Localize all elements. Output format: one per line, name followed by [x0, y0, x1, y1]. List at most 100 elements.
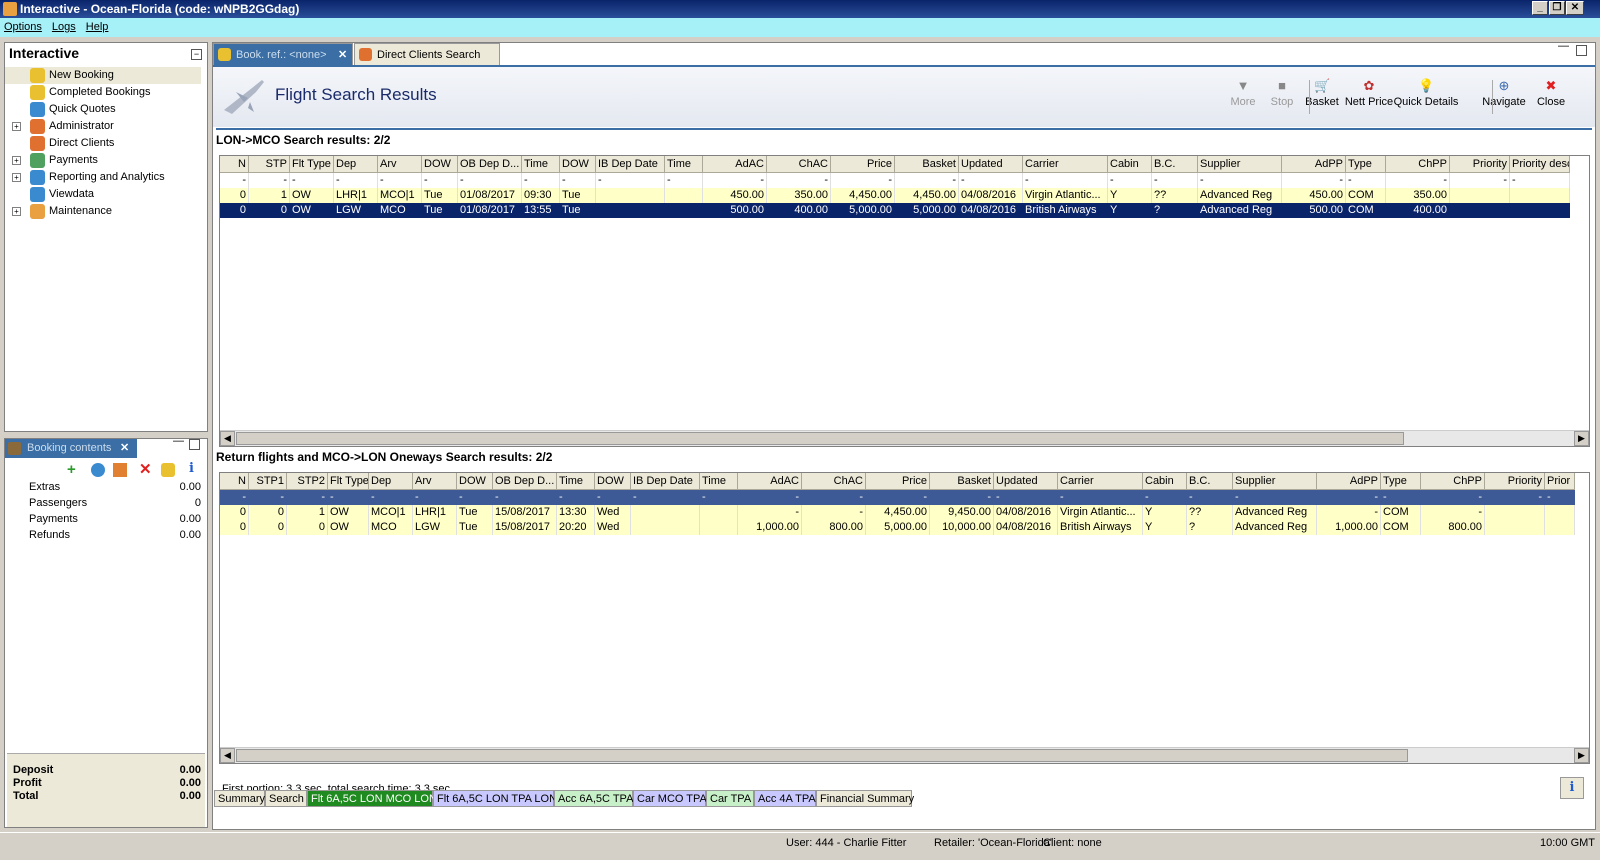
toolbar-button-stop[interactable]: ■ Stop [1264, 78, 1300, 109]
column-header[interactable]: Type [1346, 156, 1386, 173]
scrollbar-thumb[interactable] [236, 432, 1404, 445]
column-header[interactable]: Price [866, 473, 930, 490]
tree-item[interactable]: Quick Quotes [5, 101, 201, 118]
filter-row[interactable]: ------------------------- [220, 173, 1570, 188]
toolbar-button-basket[interactable]: 🛒 Basket [1302, 78, 1342, 109]
expand-icon[interactable]: + [12, 207, 21, 216]
column-header[interactable]: Cabin [1143, 473, 1187, 490]
column-header[interactable]: DOW [560, 156, 596, 173]
info-button[interactable]: i [1560, 777, 1584, 799]
column-header[interactable]: DOW [422, 156, 458, 173]
column-header[interactable]: DOW [595, 473, 631, 490]
bottom-tab[interactable]: Flt 6A,5C LON TPA LON [433, 790, 557, 807]
column-header[interactable]: Time [700, 473, 738, 490]
toolbar-button-close[interactable]: ✖ Close [1532, 78, 1570, 109]
menu-help[interactable]: Help [82, 21, 113, 33]
column-header[interactable]: Cabin [1108, 156, 1152, 173]
restore-button[interactable]: ❐ [1549, 1, 1565, 15]
column-header[interactable]: Flt Type [290, 156, 334, 173]
column-header[interactable]: AdPP [1282, 156, 1346, 173]
scrollbar-thumb[interactable] [236, 749, 1408, 762]
column-header[interactable]: IB Dep Date [596, 156, 665, 173]
column-header[interactable]: N [220, 473, 249, 490]
bottom-tab[interactable]: Search [265, 790, 307, 807]
column-header[interactable]: STP1 [249, 473, 287, 490]
column-header[interactable]: Flt Type [328, 473, 369, 490]
column-header[interactable]: Dep [334, 156, 378, 173]
close-tab-icon[interactable]: ✕ [120, 441, 129, 454]
minimize-panel-icon[interactable]: — [1558, 40, 1569, 52]
close-window-button[interactable]: ✕ [1566, 1, 1584, 15]
column-header[interactable]: ChAC [767, 156, 831, 173]
header-row[interactable]: N STP Flt Type Dep Arv DOW OB Dep D... Time DOW I… [220, 156, 1570, 173]
column-header[interactable]: Updated [959, 156, 1023, 173]
column-header[interactable]: OB Dep D... [458, 156, 522, 173]
tab-direct-clients-search[interactable]: Direct Clients Search [354, 43, 500, 65]
column-header[interactable]: Priority [1450, 156, 1510, 173]
column-header[interactable]: Carrier [1058, 473, 1143, 490]
delete-icon[interactable]: ✕ [139, 460, 152, 478]
column-header[interactable]: Carrier [1023, 156, 1108, 173]
column-header[interactable]: ChPP [1386, 156, 1450, 173]
add-icon[interactable]: + [67, 461, 76, 478]
bottom-tab[interactable]: Acc 6A,5C TPA [554, 790, 633, 807]
column-header[interactable]: Priority desc [1510, 156, 1570, 173]
tree-item[interactable]: + Maintenance [5, 203, 201, 220]
clock-icon[interactable] [91, 463, 105, 477]
maximize-panel-icon[interactable] [1576, 45, 1587, 56]
column-header[interactable]: IB Dep Date [631, 473, 700, 490]
close-tab-icon[interactable]: ✕ [338, 44, 347, 66]
column-header[interactable]: Basket [930, 473, 994, 490]
expand-icon[interactable]: + [12, 122, 21, 131]
column-header[interactable]: Prior [1545, 473, 1575, 490]
table-row[interactable]: 0 1 OW LHR|1 MCO|1 Tue 01/08/2017 09:30 Tue 450.0… [220, 188, 1570, 203]
tree-item[interactable]: + Payments [5, 152, 201, 169]
column-header[interactable]: STP [249, 156, 290, 173]
maximize-panel-icon[interactable] [189, 439, 200, 450]
booking-contents-tab[interactable]: Booking contents ✕ [5, 439, 137, 458]
toolbar-button-navigate[interactable]: ⊕ Navigate [1478, 78, 1530, 109]
minimize-panel-icon[interactable]: — [173, 435, 184, 447]
tree-item[interactable]: Direct Clients [5, 135, 201, 152]
toolbar-button-nett-price[interactable]: ✿ Nett Price [1342, 78, 1396, 109]
bottom-tab[interactable]: Financial Summary [816, 790, 914, 807]
horizontal-scrollbar[interactable]: ◀ ▶ [220, 747, 1589, 763]
column-header[interactable]: OB Dep D... [493, 473, 557, 490]
collapse-icon[interactable]: − [191, 49, 202, 60]
bottom-tab[interactable]: Acc 4A TPA [754, 790, 816, 807]
column-header[interactable]: Time [522, 156, 560, 173]
column-header[interactable]: Price [831, 156, 895, 173]
column-header[interactable]: AdAC [738, 473, 802, 490]
bottom-tab[interactable]: Summary [214, 790, 265, 807]
column-header[interactable]: Updated [994, 473, 1058, 490]
column-header[interactable]: Supplier [1233, 473, 1317, 490]
column-header[interactable]: Priority [1485, 473, 1545, 490]
column-header[interactable]: AdAC [703, 156, 767, 173]
column-header[interactable]: Arv [378, 156, 422, 173]
bottom-tab[interactable]: Car TPA [706, 790, 754, 807]
column-header[interactable]: Dep [369, 473, 413, 490]
menu-options[interactable]: Options [0, 21, 46, 33]
bottom-tab[interactable]: Flt 6A,5C LON MCO LON [307, 790, 437, 807]
palm-tree-icon[interactable] [161, 463, 175, 477]
table-row[interactable]: 0 0 OW LGW MCO Tue 01/08/2017 13:55 Tue 500.00 400… [220, 203, 1570, 218]
tree-item[interactable]: Completed Bookings [5, 84, 201, 101]
expand-icon[interactable]: + [12, 173, 21, 182]
table-row[interactable]: 0 0 1 OW MCO|1 LHR|1 Tue 15/08/2017 13:30 Wed - -4,… [220, 505, 1575, 520]
table-row[interactable]: 0 0 0 OW MCO LGW Tue 15/08/2017 20:20 Wed 1,000.00… [220, 520, 1575, 535]
tree-item[interactable]: Viewdata [5, 186, 201, 203]
bottom-tab[interactable]: Car MCO TPA [633, 790, 707, 807]
filter-row[interactable]: -------------------------- [220, 490, 1575, 505]
header-row[interactable]: N STP1 STP2 Flt Type Dep Arv DOW OB Dep D... Tim… [220, 473, 1575, 490]
column-header[interactable]: ChPP [1421, 473, 1485, 490]
column-header[interactable]: N [220, 156, 249, 173]
tree-item[interactable]: New Booking [5, 67, 201, 84]
tree-item[interactable]: + Reporting and Analytics [5, 169, 201, 186]
toolbar-button-more[interactable]: ▼ More [1225, 78, 1261, 109]
column-header[interactable]: B.C. [1152, 156, 1198, 173]
column-header[interactable]: Basket [895, 156, 959, 173]
column-header[interactable]: Type [1381, 473, 1421, 490]
column-header[interactable]: DOW [457, 473, 493, 490]
menu-logs[interactable]: Logs [48, 21, 80, 33]
toolbar-button-quick-details[interactable]: 💡 Quick Details [1393, 78, 1459, 109]
